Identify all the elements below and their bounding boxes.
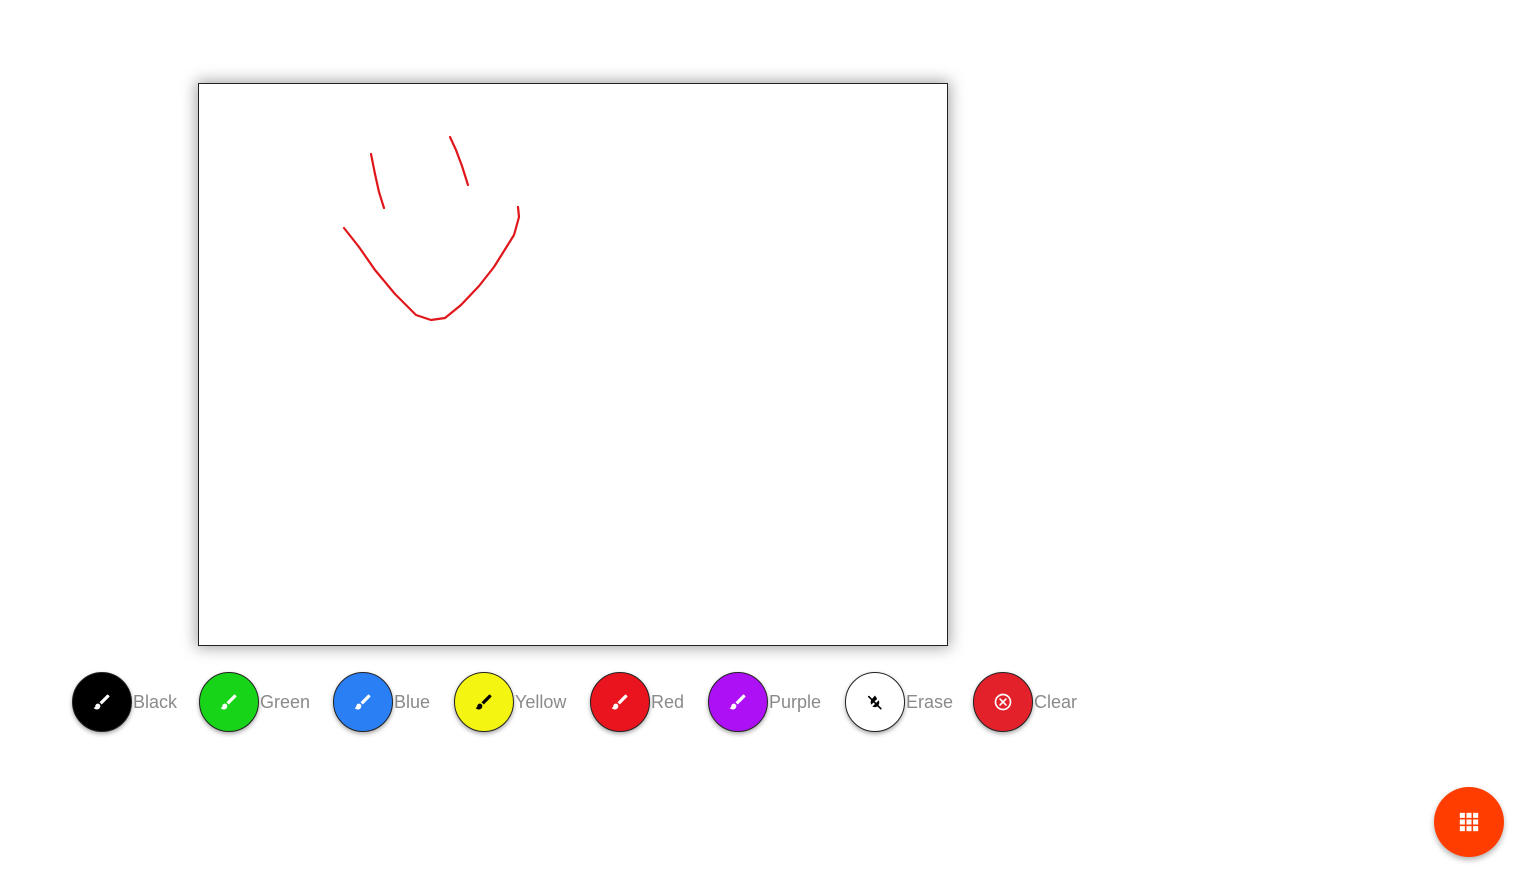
clear-button[interactable]	[973, 672, 1033, 732]
brush-icon	[475, 694, 492, 710]
stroke-left-eye	[369, 152, 386, 210]
apps-menu-button[interactable]	[1434, 787, 1504, 857]
tool-clear[interactable]: Clear	[973, 671, 1077, 733]
stroke-mouth	[342, 205, 521, 322]
tool-purple[interactable]: Purple	[708, 671, 821, 733]
brush-icon	[220, 694, 237, 710]
blue-color-button[interactable]	[333, 672, 393, 732]
invert-colors-off-icon	[867, 695, 882, 710]
tool-yellow[interactable]: Yellow	[454, 671, 566, 733]
tool-label: Purple	[769, 692, 822, 712]
cancel-circle-icon	[994, 693, 1012, 711]
brush-icon	[93, 694, 110, 710]
tool-red[interactable]: Red	[590, 671, 684, 733]
tool-label: Blue	[394, 692, 431, 712]
brush-icon	[354, 694, 371, 710]
tool-erase[interactable]: Erase	[845, 671, 953, 733]
tool-label: Black	[133, 692, 178, 712]
tool-black[interactable]: Black	[72, 671, 177, 733]
tool-green[interactable]: Green	[199, 671, 310, 733]
stroke-right-eye	[448, 135, 470, 187]
brush-icon	[729, 694, 746, 710]
black-color-button[interactable]	[72, 672, 132, 732]
erase-button[interactable]	[845, 672, 905, 732]
tool-label: Red	[651, 692, 685, 712]
apps-grid-icon	[1459, 812, 1479, 832]
red-color-button[interactable]	[590, 672, 650, 732]
drawing-strokes	[342, 135, 521, 322]
tool-label: Yellow	[515, 692, 567, 712]
drawing-canvas[interactable]	[198, 83, 948, 646]
yellow-color-button[interactable]	[454, 672, 514, 732]
purple-color-button[interactable]	[708, 672, 768, 732]
tool-label: Erase	[906, 692, 954, 712]
brush-icon	[611, 694, 628, 710]
tool-label: Clear	[1034, 692, 1078, 712]
tool-label: Green	[260, 692, 311, 712]
tool-blue[interactable]: Blue	[333, 671, 430, 733]
green-color-button[interactable]	[199, 672, 259, 732]
